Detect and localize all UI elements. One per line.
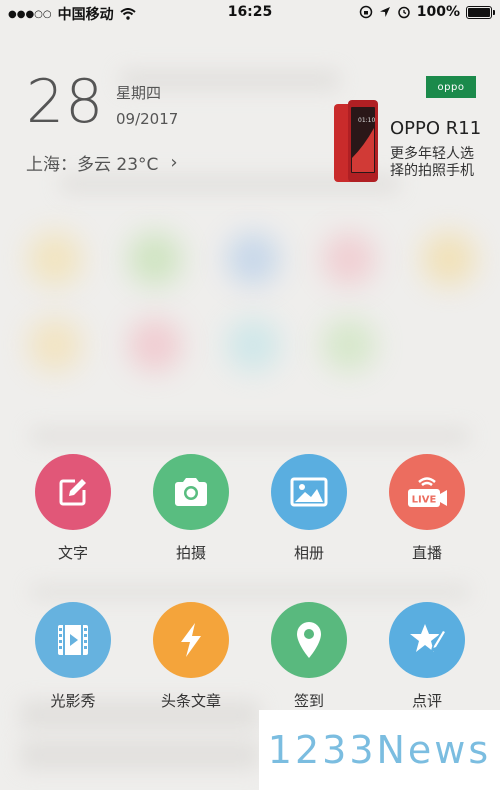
headline-article-label: 头条文章: [160, 692, 221, 710]
location-pin-icon: [297, 622, 321, 658]
album-circle: [271, 454, 347, 530]
checkin-circle: [271, 602, 347, 678]
orientation-lock-icon: [359, 5, 372, 19]
live-circle: LIVE: [389, 454, 465, 530]
status-bar: ●●●○○ 中国移动 16:25 100%: [0, 0, 500, 26]
live-icon: LIVE: [408, 477, 447, 507]
oppo-logo: oppo: [426, 76, 476, 98]
phone-image: 01:10: [334, 100, 378, 182]
album-button[interactable]: 相册: [259, 454, 359, 563]
text-post-label: 文字: [57, 544, 88, 562]
watermark: 1233News: [259, 710, 500, 790]
lightning-icon: [181, 623, 201, 657]
shoot-label: 拍摄: [175, 544, 206, 562]
text-post-circle: [35, 454, 111, 530]
camera-icon: [175, 478, 207, 506]
review-label: 点评: [411, 692, 442, 710]
ad-tagline-2: 择的拍照手机: [390, 163, 474, 179]
location-arrow-icon: [379, 7, 390, 17]
svg-text:01:10: 01:10: [358, 117, 375, 124]
review-button[interactable]: 点评: [377, 602, 477, 711]
live-label: 直播: [411, 544, 442, 562]
alarm-icon: [397, 6, 410, 19]
date-day: 28: [26, 67, 105, 137]
text-post-button[interactable]: 文字: [23, 454, 123, 563]
battery-icon: [466, 5, 495, 19]
date-weekday: 星期四: [116, 84, 162, 102]
video-show-button[interactable]: 光影秀: [23, 602, 123, 711]
battery-percent: 100%: [416, 4, 460, 20]
image-icon: [290, 477, 328, 507]
edit-icon: [59, 479, 86, 506]
live-badge-text: LIVE: [412, 495, 437, 506]
checkin-button[interactable]: 签到: [259, 602, 359, 711]
headline-article-circle: [153, 602, 229, 678]
weather-info[interactable]: 上海：多云 23°C ›: [26, 150, 178, 175]
film-icon: [58, 625, 88, 655]
live-button[interactable]: LIVE 直播: [377, 454, 477, 563]
shoot-button[interactable]: 拍摄: [141, 454, 241, 563]
date-month-year: 09/2017: [116, 110, 179, 128]
headline-article-button[interactable]: 头条文章: [141, 602, 241, 711]
review-circle: [389, 602, 465, 678]
star-pen-icon: [410, 624, 447, 653]
shoot-circle: [153, 454, 229, 530]
video-show-circle: [35, 602, 111, 678]
chevron-right-icon: ›: [170, 152, 178, 173]
video-show-label: 光影秀: [50, 692, 96, 710]
album-label: 相册: [293, 544, 324, 562]
checkin-label: 签到: [293, 692, 324, 710]
ad-title: OPPO R11: [390, 118, 482, 139]
weather-text: 上海：多云 23°C: [26, 155, 159, 175]
